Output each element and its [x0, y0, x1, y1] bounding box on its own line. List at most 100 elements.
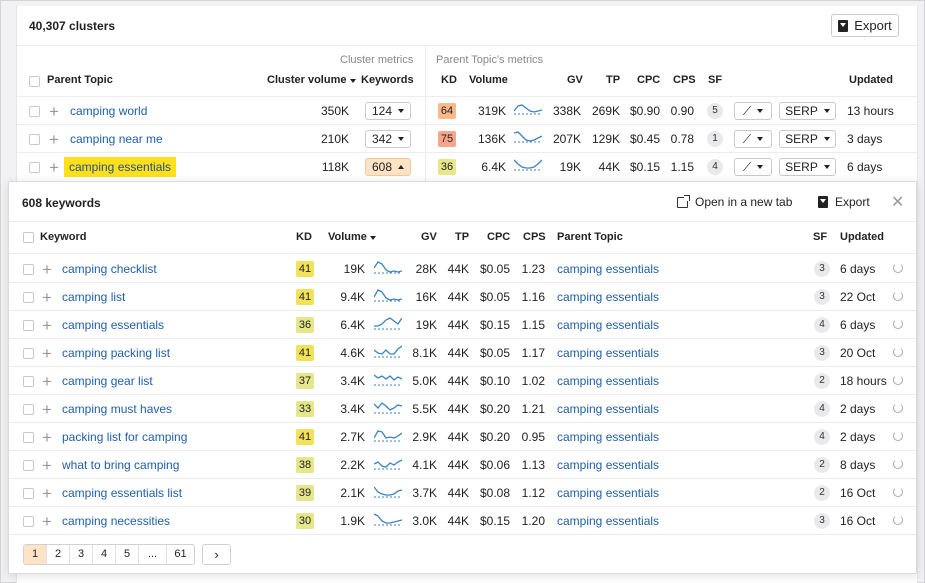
add-icon[interactable]: +	[42, 373, 52, 390]
serp-dropdown[interactable]: SERP	[779, 130, 836, 148]
header-gv[interactable]: GV	[421, 231, 437, 243]
add-icon[interactable]: +	[49, 131, 59, 148]
close-icon[interactable]: ✕	[891, 192, 904, 212]
header-sf[interactable]: SF	[813, 231, 827, 243]
add-icon[interactable]: +	[42, 429, 52, 446]
header-sf[interactable]: SF	[708, 74, 722, 86]
header-updated[interactable]: Updated	[840, 231, 884, 243]
add-icon[interactable]: +	[42, 401, 52, 418]
row-checkbox[interactable]	[23, 488, 34, 499]
refresh-icon[interactable]	[893, 515, 903, 525]
parent-topic-link[interactable]: camping essentials	[557, 318, 659, 332]
export-button[interactable]: Export	[831, 14, 899, 37]
serp-dropdown[interactable]: SERP	[779, 102, 836, 120]
page-button[interactable]: 4	[93, 545, 116, 564]
header-cps[interactable]: CPS	[673, 74, 696, 86]
add-icon[interactable]: +	[42, 345, 52, 362]
refresh-icon[interactable]	[893, 319, 903, 329]
keyword-link[interactable]: what to bring camping	[62, 458, 179, 472]
keyword-link[interactable]: camping essentials	[62, 318, 164, 332]
keyword-link[interactable]: camping packing list	[62, 346, 170, 360]
row-checkbox[interactable]	[23, 348, 34, 359]
parent-topic-link[interactable]: camping essentials	[557, 458, 659, 472]
refresh-icon[interactable]	[893, 431, 903, 441]
parent-topic-link[interactable]: camping essentials	[557, 262, 659, 276]
parent-topic-link[interactable]: camping essentials	[557, 374, 659, 388]
row-checkbox[interactable]	[29, 106, 40, 117]
refresh-icon[interactable]	[893, 487, 903, 497]
keywords-dropdown-open[interactable]: 608	[365, 158, 411, 176]
keywords-dropdown[interactable]: 342	[365, 130, 411, 148]
header-cpc[interactable]: CPC	[487, 231, 510, 243]
refresh-icon[interactable]	[893, 347, 903, 357]
add-icon[interactable]: +	[42, 513, 52, 530]
header-cpc[interactable]: CPC	[637, 74, 660, 86]
keyword-link[interactable]: camping checklist	[62, 262, 157, 276]
parent-topic-link[interactable]: camping world	[70, 104, 147, 118]
row-checkbox[interactable]	[23, 432, 34, 443]
row-checkbox[interactable]	[23, 292, 34, 303]
parent-topic-link[interactable]: camping essentials	[557, 430, 659, 444]
add-icon[interactable]: +	[49, 103, 59, 120]
header-keywords[interactable]: Keywords	[361, 74, 414, 86]
panel-export-button[interactable]: Export	[818, 195, 870, 209]
header-cluster-volume[interactable]: Cluster volume	[267, 74, 356, 86]
parent-topic-link-highlighted[interactable]: camping essentials	[64, 157, 177, 177]
parent-topic-link[interactable]: camping essentials	[557, 346, 659, 360]
header-cps[interactable]: CPS	[523, 231, 546, 243]
open-new-tab-button[interactable]: Open in a new tab	[677, 194, 792, 209]
add-icon[interactable]: +	[42, 457, 52, 474]
row-checkbox[interactable]	[23, 264, 34, 275]
select-all-checkbox[interactable]	[23, 232, 34, 243]
header-volume[interactable]: Volume	[328, 231, 376, 243]
refresh-icon[interactable]	[893, 375, 903, 385]
row-checkbox[interactable]	[23, 460, 34, 471]
page-button[interactable]: 1	[24, 545, 47, 564]
trend-dropdown[interactable]: ⟋	[734, 130, 772, 148]
add-icon[interactable]: +	[42, 289, 52, 306]
keyword-link[interactable]: camping necessities	[62, 514, 170, 528]
parent-topic-link[interactable]: camping essentials	[557, 486, 659, 500]
header-volume[interactable]: Volume	[469, 74, 508, 86]
keywords-dropdown[interactable]: 124	[365, 102, 411, 120]
row-checkbox[interactable]	[23, 320, 34, 331]
trend-dropdown[interactable]: ⟋	[734, 102, 772, 120]
row-checkbox[interactable]	[23, 404, 34, 415]
keyword-link[interactable]: camping essentials list	[62, 486, 182, 500]
row-checkbox[interactable]	[23, 516, 34, 527]
refresh-icon[interactable]	[893, 263, 903, 273]
keyword-link[interactable]: camping list	[62, 290, 125, 304]
header-parent-topic[interactable]: Parent Topic	[47, 74, 113, 86]
add-icon[interactable]: +	[42, 317, 52, 334]
refresh-icon[interactable]	[893, 403, 903, 413]
page-button[interactable]: ...	[139, 545, 167, 564]
row-checkbox[interactable]	[29, 134, 40, 145]
refresh-icon[interactable]	[893, 459, 903, 469]
header-updated[interactable]: Updated	[849, 74, 893, 86]
page-button[interactable]: 2	[47, 545, 70, 564]
trend-dropdown[interactable]: ⟋	[734, 158, 772, 176]
next-page-button[interactable]: ›	[202, 544, 231, 565]
page-button[interactable]: 5	[116, 545, 139, 564]
keyword-link[interactable]: camping gear list	[62, 374, 153, 388]
row-checkbox[interactable]	[23, 376, 34, 387]
page-button[interactable]: 61	[167, 545, 194, 564]
keyword-link[interactable]: camping must haves	[62, 402, 172, 416]
header-kd[interactable]: KD	[296, 231, 312, 243]
header-keyword[interactable]: Keyword	[40, 231, 86, 243]
refresh-icon[interactable]	[893, 291, 903, 301]
keyword-link[interactable]: packing list for camping	[62, 430, 187, 444]
row-checkbox[interactable]	[29, 162, 40, 173]
serp-dropdown[interactable]: SERP	[779, 158, 836, 176]
add-icon[interactable]: +	[49, 159, 59, 176]
add-icon[interactable]: +	[42, 485, 52, 502]
page-button[interactable]: 3	[70, 545, 93, 564]
parent-topic-link[interactable]: camping essentials	[557, 402, 659, 416]
header-tp[interactable]: TP	[606, 74, 620, 86]
header-parent-topic[interactable]: Parent Topic	[557, 231, 623, 243]
select-all-checkbox[interactable]	[29, 76, 40, 87]
parent-topic-link[interactable]: camping essentials	[557, 514, 659, 528]
header-tp[interactable]: TP	[455, 231, 469, 243]
parent-topic-link[interactable]: camping near me	[70, 132, 163, 146]
header-gv[interactable]: GV	[567, 74, 583, 86]
